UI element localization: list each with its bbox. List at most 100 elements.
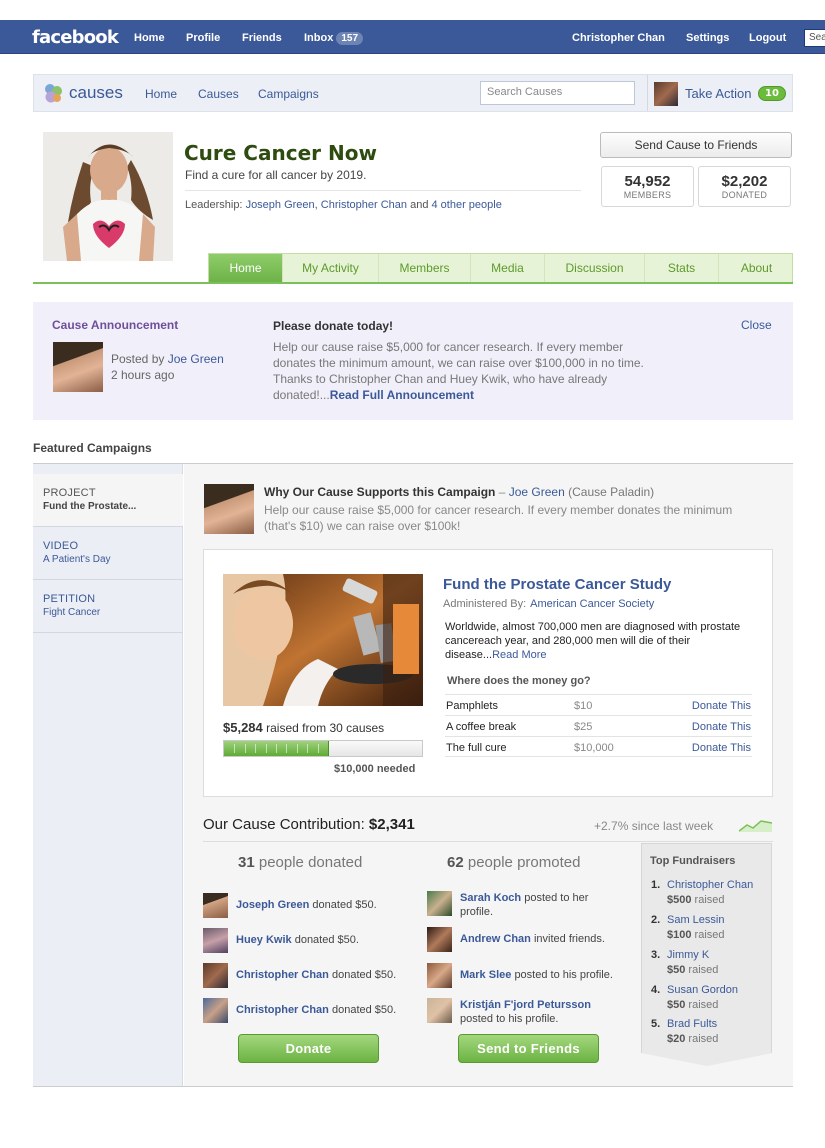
causes-logo-icon (45, 84, 62, 103)
promoter-name[interactable]: Mark Slee (460, 969, 511, 981)
sidebar-item-name: A Patient's Day (43, 554, 111, 565)
sidebar-item-petition[interactable]: PETITION Fight Cancer (33, 580, 183, 633)
send-to-friends-button[interactable]: Send to Friends (458, 1034, 599, 1063)
read-more-link[interactable]: Read More (492, 649, 546, 661)
fb-search-input[interactable]: Sea (804, 29, 825, 47)
divider (647, 75, 648, 111)
promoter-row: Kristján F'jord Petursson posted to his p… (427, 998, 637, 1028)
fb-nav-friends[interactable]: Friends (242, 32, 282, 44)
promoter-name[interactable]: Andrew Chan (460, 933, 531, 945)
causes-nav-campaigns[interactable]: Campaigns (258, 87, 319, 101)
read-full-announcement-link[interactable]: Read Full Announcement (330, 388, 474, 402)
donor-name[interactable]: Huey Kwik (236, 934, 292, 946)
poster-avatar[interactable] (53, 342, 103, 392)
avatar[interactable] (427, 998, 452, 1023)
donated-stat[interactable]: $2,202 DONATED (698, 166, 791, 207)
fb-nav-profile[interactable]: Profile (186, 32, 220, 44)
fb-nav-home[interactable]: Home (134, 32, 165, 44)
close-announcement-link[interactable]: Close (741, 318, 772, 332)
avatar[interactable] (203, 928, 228, 953)
take-action-count-badge: 10 (758, 86, 786, 101)
donate-this-link[interactable]: Donate This (692, 742, 751, 754)
donate-button[interactable]: Donate (238, 1034, 379, 1063)
progress-tick (266, 744, 267, 753)
avatar[interactable] (427, 927, 452, 952)
why-title: Why Our Cause Supports this Campaign (264, 485, 496, 499)
avatar[interactable] (203, 963, 228, 988)
avatar[interactable] (427, 963, 452, 988)
causes-nav-home[interactable]: Home (145, 87, 177, 101)
donor-row: Christopher Chan donated $50. (203, 963, 423, 989)
avatar[interactable] (427, 891, 452, 916)
donate-this-link[interactable]: Donate This (692, 700, 751, 712)
leader-link-others[interactable]: 4 other people (432, 199, 502, 211)
tab-media[interactable]: Media (471, 254, 545, 283)
why-text: Help our cause raise $5,000 for cancer r… (264, 503, 733, 533)
fb-nav-settings[interactable]: Settings (686, 32, 729, 44)
announcement-body: Help our cause raise $5,000 for cancer r… (273, 339, 668, 403)
tab-underline (33, 282, 793, 284)
tab-home[interactable]: Home (209, 254, 283, 283)
fundraiser-name[interactable]: Christopher Chan (667, 878, 753, 893)
promoted-count-label: people promoted (467, 854, 581, 871)
fundraiser-raised: $20 raised (667, 1032, 718, 1047)
fb-nav-inbox[interactable]: Inbox 157 (304, 32, 364, 45)
sidebar-item-type: PROJECT (43, 487, 96, 499)
money-item: The full cure (446, 742, 507, 754)
sidebar-item-video[interactable]: VIDEO A Patient's Day (33, 527, 183, 580)
promoter-row: Andrew Chan invited friends. (427, 927, 637, 953)
tab-about[interactable]: About (719, 254, 794, 283)
tab-stats[interactable]: Stats (645, 254, 719, 283)
avatar[interactable] (203, 998, 228, 1023)
fundraiser-name[interactable]: Susan Gordon (667, 983, 738, 998)
causes-nav-causes[interactable]: Causes (198, 87, 239, 101)
fundraiser-amount: $50 (667, 999, 686, 1011)
money-price: $25 (574, 721, 593, 733)
fundraiser-name[interactable]: Brad Fults (667, 1017, 717, 1032)
causes-search-input[interactable]: Search Causes (480, 81, 635, 105)
donor-name[interactable]: Christopher Chan (236, 969, 329, 981)
campaign-photo[interactable] (223, 574, 423, 706)
trend-sparkline-icon (739, 820, 772, 832)
fundraiser-rank: 3. (651, 949, 661, 961)
why-dash: – (498, 485, 506, 499)
leader-link-joseph-green[interactable]: Joseph Green (246, 199, 315, 211)
tab-discussion[interactable]: Discussion (545, 254, 645, 283)
fundraiser-raised: $50 raised (667, 998, 718, 1013)
fb-nav-logout[interactable]: Logout (749, 32, 786, 44)
poster-link[interactable]: Joe Green (168, 352, 224, 366)
take-action-link[interactable]: Take Action (685, 86, 752, 101)
fundraiser-rank: 5. (651, 1018, 661, 1030)
progress-tick (245, 744, 246, 753)
fundraiser-name[interactable]: Jimmy K (667, 948, 709, 963)
money-price: $10 (574, 700, 593, 712)
tab-my-activity[interactable]: My Activity (283, 254, 379, 283)
leader-link-christopher-chan[interactable]: Christopher Chan (321, 199, 407, 211)
why-author-role: (Cause Paladin) (568, 485, 655, 499)
causes-logo-text[interactable]: causes (69, 83, 123, 103)
why-author-avatar[interactable] (204, 484, 254, 534)
raised-text: raised from 30 causes (266, 721, 385, 735)
donor-name[interactable]: Christopher Chan (236, 1004, 329, 1016)
administrator-link[interactable]: American Cancer Society (530, 598, 654, 610)
donor-action: donated $50. (331, 969, 397, 981)
promoted-count-heading: 62 people promoted (447, 854, 580, 871)
avatar[interactable] (203, 893, 228, 918)
promoter-name[interactable]: Kristján F'jord Petursson (460, 999, 591, 1011)
fundraiser-name[interactable]: Sam Lessin (667, 913, 724, 928)
facebook-logo[interactable]: facebook (32, 27, 119, 48)
campaign-title[interactable]: Fund the Prostate Cancer Study (443, 576, 671, 593)
fb-nav-user[interactable]: Christopher Chan (572, 32, 665, 44)
send-cause-to-friends-button[interactable]: Send Cause to Friends (600, 132, 792, 158)
contribution-amount: $2,341 (368, 816, 415, 833)
promoter-name[interactable]: Sarah Koch (460, 892, 521, 904)
why-author-link[interactable]: Joe Green (509, 485, 565, 499)
tab-members[interactable]: Members (379, 254, 471, 283)
members-stat[interactable]: 54,952 MEMBERS (601, 166, 694, 207)
donate-this-link[interactable]: Donate This (692, 721, 751, 733)
announcement-meta: Posted by Joe Green 2 hours ago (111, 351, 224, 383)
administered-by-label: Administered By: (443, 598, 527, 610)
sidebar-item-project[interactable]: PROJECT Fund the Prostate... (33, 474, 183, 527)
fundraiser-amount: $100 (667, 929, 692, 941)
donor-name[interactable]: Joseph Green (236, 899, 309, 911)
